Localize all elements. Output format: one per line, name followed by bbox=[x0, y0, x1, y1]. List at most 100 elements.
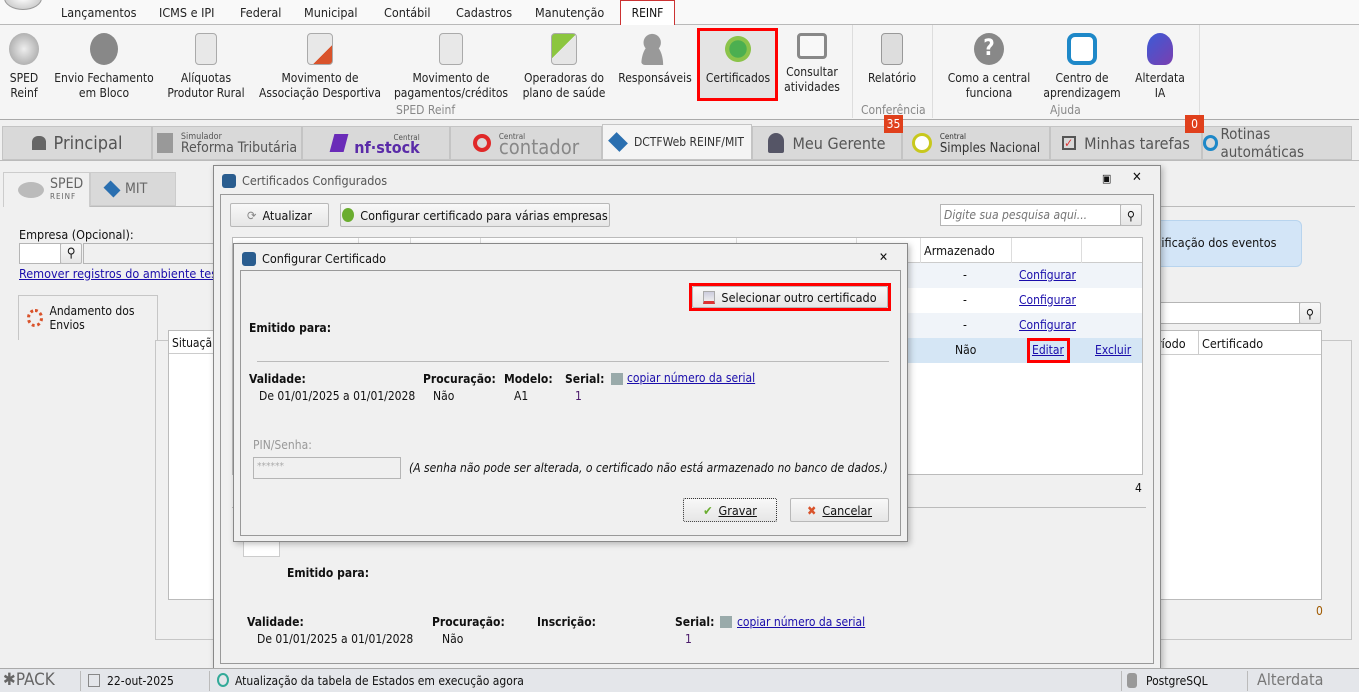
ribbon-envio-fechamento[interactable]: Envio Fechamento em Bloco bbox=[52, 29, 156, 101]
detail-serial-label: Serial: bbox=[675, 615, 715, 629]
add-user-icon bbox=[641, 33, 669, 65]
pin-input[interactable]: ****** bbox=[253, 457, 401, 479]
gravar-button[interactable]: ✔ Gravar bbox=[683, 498, 777, 522]
tab-dctfweb[interactable]: DCTFWeb REINF/MIT bbox=[602, 124, 752, 160]
tab-simulador[interactable]: Simulador Reforma Tributária bbox=[152, 126, 302, 160]
list-transfer-icon bbox=[307, 33, 333, 65]
detail-validade: De 01/01/2025 a 01/01/2028 bbox=[257, 632, 414, 646]
report-icon bbox=[881, 33, 903, 65]
cancelar-button[interactable]: ✖ Cancelar bbox=[790, 498, 889, 522]
detail-validade-label: Validade: bbox=[247, 615, 304, 629]
ribbon-responsaveis[interactable]: Responsáveis bbox=[616, 29, 694, 86]
close-button[interactable]: ✕ bbox=[879, 250, 888, 264]
ribbon-sped-reinf[interactable]: SPED Reinf bbox=[4, 29, 44, 101]
close-button[interactable]: ✕ bbox=[1132, 170, 1142, 185]
ribbon-alterdata-ia[interactable]: Alterdata IA bbox=[1130, 29, 1190, 101]
ribbon-operadoras[interactable]: Operadoras do plano de saúde bbox=[520, 29, 608, 101]
configurar-varias-button[interactable]: Configurar certificado para várias empre… bbox=[340, 203, 610, 227]
label: Minhas tarefas bbox=[1084, 133, 1190, 153]
highlight-editar bbox=[1027, 338, 1070, 363]
dialog-copy-serial-link[interactable]: copiar número da serial bbox=[627, 371, 755, 385]
label: DCTFWeb REINF/MIT bbox=[633, 135, 745, 149]
cert-search-button[interactable]: ⚲ bbox=[1120, 204, 1142, 226]
tab-sped-reinf[interactable]: SPED REINF bbox=[3, 172, 90, 207]
copy-serial-link[interactable]: copiar número da serial bbox=[737, 615, 865, 629]
tab-mit[interactable]: MIT bbox=[90, 172, 176, 206]
menu-manutencao[interactable]: Manutenção bbox=[535, 5, 604, 20]
menu-lancamentos[interactable]: Lançamentos bbox=[61, 5, 137, 20]
status-date: 22-out-2025 bbox=[107, 674, 174, 688]
empresa-search-button[interactable]: ⚲ bbox=[60, 243, 82, 264]
detail-procuracao-label: Procuração: bbox=[432, 615, 505, 629]
empresa-label: Empresa (Opcional): bbox=[19, 227, 134, 242]
label: Cancelar bbox=[822, 502, 873, 518]
divider bbox=[852, 25, 853, 118]
tab-simples-nacional[interactable]: Central Simples Nacional bbox=[902, 126, 1050, 160]
ribbon-consultar-atividades[interactable]: Consultar atividades bbox=[782, 29, 842, 95]
ribbon-mov-associacao[interactable]: Movimento de Associação Desportiva bbox=[258, 29, 382, 101]
right-search-button[interactable]: ⚲ bbox=[1299, 302, 1321, 324]
search-icon: ⚲ bbox=[66, 246, 76, 261]
label: Movimento de Associação Desportiva bbox=[258, 71, 382, 100]
dialog-serial-label: Serial: bbox=[565, 372, 605, 386]
cell-armazenado: - bbox=[963, 318, 967, 332]
ribbon-mov-pagamentos[interactable]: Movimento de pagamentos/créditos bbox=[392, 29, 510, 101]
highlight-certificados bbox=[697, 28, 778, 101]
app-orb-icon[interactable] bbox=[4, 0, 42, 10]
tab-contador[interactable]: Central contador bbox=[450, 126, 602, 160]
dialog-validade-label: Validade: bbox=[249, 372, 306, 386]
restore-button[interactable]: ▣ bbox=[1102, 172, 1111, 185]
detail-procuracao: Não bbox=[442, 632, 464, 646]
label: Movimento de pagamentos/créditos bbox=[393, 71, 509, 100]
excluir-link[interactable]: Excluir bbox=[1095, 343, 1131, 357]
badge-gerente: 35 bbox=[884, 115, 903, 133]
empresa-name-input[interactable] bbox=[83, 243, 223, 264]
cell-armazenado: - bbox=[963, 268, 967, 282]
right-search-input[interactable] bbox=[1140, 302, 1300, 324]
label: Responsáveis bbox=[618, 71, 692, 85]
badge-tarefas: 0 bbox=[1185, 115, 1204, 133]
x-icon: ✖ bbox=[806, 502, 817, 518]
cert-search-input[interactable] bbox=[940, 204, 1121, 226]
tab-meu-gerente[interactable]: Meu Gerente bbox=[752, 126, 902, 160]
empresa-code-input[interactable] bbox=[19, 243, 61, 264]
ribbon-como-funciona[interactable]: ? Como a central funciona bbox=[944, 29, 1034, 101]
right-count: 0 bbox=[1316, 604, 1323, 618]
label: Simples Nacional bbox=[939, 141, 1041, 156]
copy-icon bbox=[611, 373, 623, 385]
tab-minhas-tarefas[interactable]: ✓ Minhas tarefas bbox=[1050, 126, 1202, 160]
label: Atualizar bbox=[262, 207, 312, 223]
tab-principal[interactable]: Principal bbox=[2, 126, 152, 160]
ribbon-relatorio[interactable]: Relatório bbox=[862, 29, 922, 86]
menu-contabil[interactable]: Contábil bbox=[384, 5, 431, 20]
ribbon: SPED Reinf Envio Fechamento em Bloco Alí… bbox=[0, 25, 1359, 120]
menu-cadastros[interactable]: Cadastros bbox=[456, 5, 512, 20]
refresh-icon: ⟳ bbox=[247, 207, 257, 223]
tab-nfstock[interactable]: Central nf·stock bbox=[302, 126, 450, 160]
nfstock-logo-icon bbox=[329, 134, 349, 152]
group-label-ajuda: Ajuda bbox=[1050, 103, 1081, 117]
tab-andamento-envios[interactable]: Andamento dos Envios bbox=[18, 295, 158, 340]
configurar-link[interactable]: Configurar bbox=[1019, 293, 1076, 307]
highlight-selecionar bbox=[689, 283, 891, 311]
app-map-icon bbox=[242, 251, 256, 266]
ribbon-centro-aprendizagem[interactable]: Centro de aprendizagem bbox=[1042, 29, 1122, 101]
search-icon: ⚲ bbox=[1126, 207, 1136, 223]
atualizar-button[interactable]: ⟳ Atualizar bbox=[230, 203, 329, 227]
configurar-link[interactable]: Configurar bbox=[1019, 318, 1076, 332]
configurar-link[interactable]: Configurar bbox=[1019, 268, 1076, 282]
label: REINF bbox=[50, 191, 77, 201]
search-icon: ⚲ bbox=[1305, 305, 1315, 321]
menu-federal[interactable]: Federal bbox=[240, 5, 281, 20]
menu-icms-ipi[interactable]: ICMS e IPI bbox=[159, 5, 215, 20]
menu-municipal[interactable]: Municipal bbox=[304, 5, 358, 20]
manager-icon bbox=[768, 133, 785, 153]
window-title: Certificados Configurados bbox=[242, 173, 388, 188]
remover-registros-link[interactable]: Remover registros do ambiente teste bbox=[19, 266, 228, 281]
alterdata-logo: Alterdata bbox=[1257, 670, 1324, 689]
dialog-procuracao: Não bbox=[433, 389, 455, 403]
tab-rotinas[interactable]: Rotinas automáticas bbox=[1202, 125, 1352, 161]
ribbon-aliquotas[interactable]: Alíquotas Produtor Rural bbox=[164, 29, 248, 101]
dialog-emitido-label: Emitido para: bbox=[249, 321, 332, 335]
menu-reinf[interactable]: REINF bbox=[620, 0, 675, 26]
